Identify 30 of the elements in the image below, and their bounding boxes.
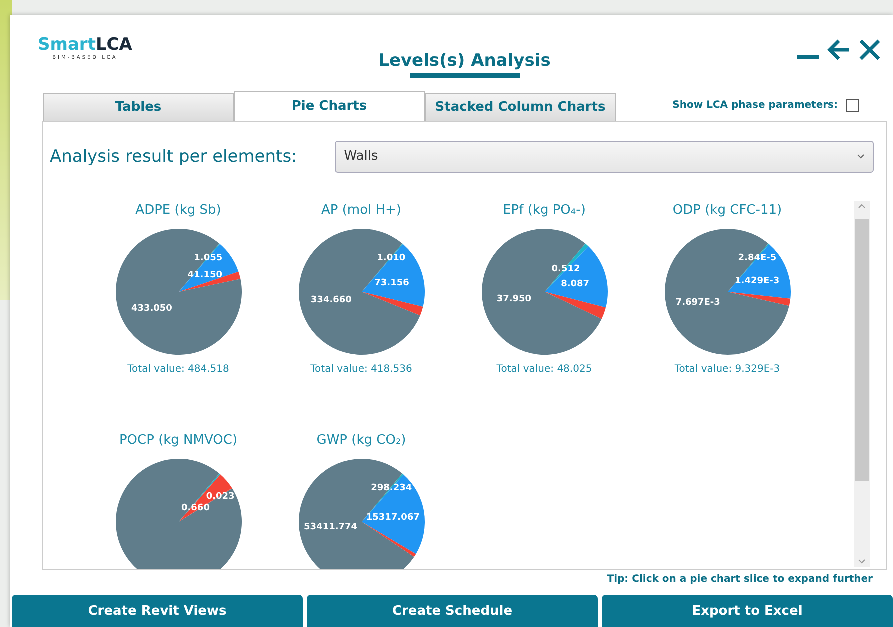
slice-label: 298.234 <box>370 483 412 494</box>
slice-label: 8.087 <box>560 279 590 290</box>
slice-label: 1.010 <box>376 253 406 264</box>
checkbox-label: Show LCA phase parameters: <box>672 100 838 112</box>
slice-label: 73.156 <box>374 278 409 288</box>
slice-label: 334.660 <box>310 295 352 306</box>
chart-title: GWP (kg CO₂) <box>316 432 406 448</box>
slice-label: 433.050 <box>130 304 172 314</box>
chart-title: ODP (kg CFC-11) <box>672 202 782 218</box>
slice-label: 41.150 <box>187 270 222 280</box>
total-value: Total value: 484.518 <box>128 364 230 375</box>
slice-label: 0.512 <box>551 264 580 274</box>
total-value: Total value: 9.329E-3 <box>674 364 780 375</box>
chart-title: POCP (kg NMVOC) <box>119 432 238 448</box>
slice-label: 2.84E-5 <box>738 253 776 264</box>
window-title: Levels(s) Analysis <box>378 51 551 71</box>
slice-label: 37.950 <box>496 294 532 304</box>
slice-label: 1.055 <box>194 253 222 264</box>
tip-text: Tip: Click on a pie chart slice to expand further <box>606 572 874 587</box>
total-value: Total value: 418.536 <box>310 364 412 375</box>
total-value: Total value: 48.025 <box>496 364 592 375</box>
slice-label: 53411.774 <box>304 522 358 532</box>
slice-label: 15317.067 <box>366 512 420 523</box>
filter-label: Analysis result per elements: <box>50 146 298 167</box>
chart-title: EPf (kg PO₄-) <box>503 202 586 218</box>
slice-label: 1.429E-3 <box>734 276 780 286</box>
chart-title: AP (mol H+) <box>321 202 402 218</box>
chart-title: ADPE (kg Sb) <box>136 202 222 218</box>
slice-label: 7.697E-3 <box>675 298 720 308</box>
logo: SmartLCA <box>38 37 132 54</box>
